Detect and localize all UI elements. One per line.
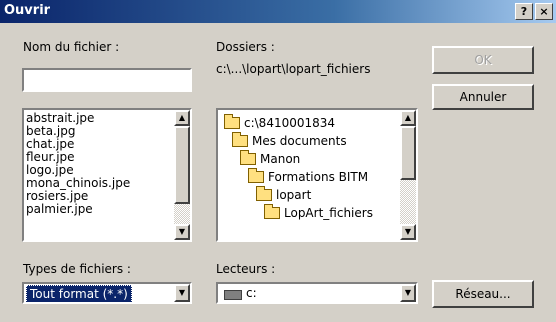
folder-item-mes-documents[interactable]: Mes documents <box>232 132 347 150</box>
folder-item-formations[interactable]: Formations BITM <box>248 168 368 186</box>
help-button[interactable]: ? <box>515 3 533 20</box>
folder-label: Formations BITM <box>268 170 369 184</box>
ok-button[interactable]: OK <box>432 46 534 74</box>
file-list-scrollbar[interactable]: ▲ ▼ <box>174 110 190 240</box>
scroll-up-arrow-icon[interactable]: ▲ <box>400 110 416 126</box>
cancel-button[interactable]: Annuler <box>432 84 534 110</box>
folder-item-root[interactable]: c:\8410001834 <box>224 114 335 132</box>
folders-label: Dossiers : <box>216 40 275 54</box>
scroll-down-arrow-icon[interactable]: ▼ <box>174 224 190 240</box>
open-folder-icon <box>248 168 264 183</box>
folder-label: LopArt_fichiers <box>284 206 373 220</box>
file-types-label: Types de fichiers : <box>23 262 131 276</box>
file-types-select[interactable]: Tout format (*.*) ▼ <box>22 282 192 304</box>
chevron-down-icon[interactable]: ▼ <box>174 284 190 302</box>
scroll-thumb[interactable] <box>400 126 416 180</box>
title-bar: Ouvrir ? × <box>0 0 556 23</box>
close-button[interactable]: × <box>535 3 553 20</box>
open-folder-icon <box>240 150 256 165</box>
folder-tree-scrollbar[interactable]: ▲ ▼ <box>400 110 416 240</box>
open-folder-icon <box>232 132 248 147</box>
scroll-down-arrow-icon[interactable]: ▼ <box>400 224 416 240</box>
folder-label: c:\8410001834 <box>244 116 336 130</box>
scroll-thumb[interactable] <box>174 126 190 204</box>
open-folder-icon <box>224 114 240 129</box>
chevron-down-icon[interactable]: ▼ <box>400 284 416 302</box>
folder-label: Mes documents <box>252 134 347 148</box>
folder-label: Manon <box>260 152 301 166</box>
file-types-value: Tout format (*.*) <box>26 285 132 302</box>
open-folder-icon <box>264 204 280 219</box>
folder-item-manon[interactable]: Manon <box>240 150 300 168</box>
folder-tree[interactable]: c:\8410001834 Mes documents Manon Format… <box>216 108 418 242</box>
drive-select[interactable]: c: ▼ <box>216 282 418 304</box>
folders-path: c:\...\lopart\lopart_fichiers <box>216 62 371 76</box>
filename-input[interactable] <box>22 68 192 92</box>
drives-label: Lecteurs : <box>216 262 276 276</box>
folder-item-lopart-fichiers[interactable]: LopArt_fichiers <box>264 204 373 222</box>
drive-icon <box>224 290 242 300</box>
network-button[interactable]: Réseau... <box>432 280 534 308</box>
file-list[interactable]: abstrait.jpe beta.jpg chat.jpe fleur.jpe… <box>22 108 192 242</box>
list-item[interactable]: palmier.jpe <box>26 203 130 216</box>
filename-label: Nom du fichier : <box>23 40 120 54</box>
folder-item-lopart[interactable]: lopart <box>256 186 311 204</box>
folder-label: lopart <box>276 188 312 202</box>
scroll-up-arrow-icon[interactable]: ▲ <box>174 110 190 126</box>
window-title: Ouvrir <box>4 3 51 18</box>
open-folder-icon <box>256 186 272 201</box>
drive-value: c: <box>246 286 257 300</box>
